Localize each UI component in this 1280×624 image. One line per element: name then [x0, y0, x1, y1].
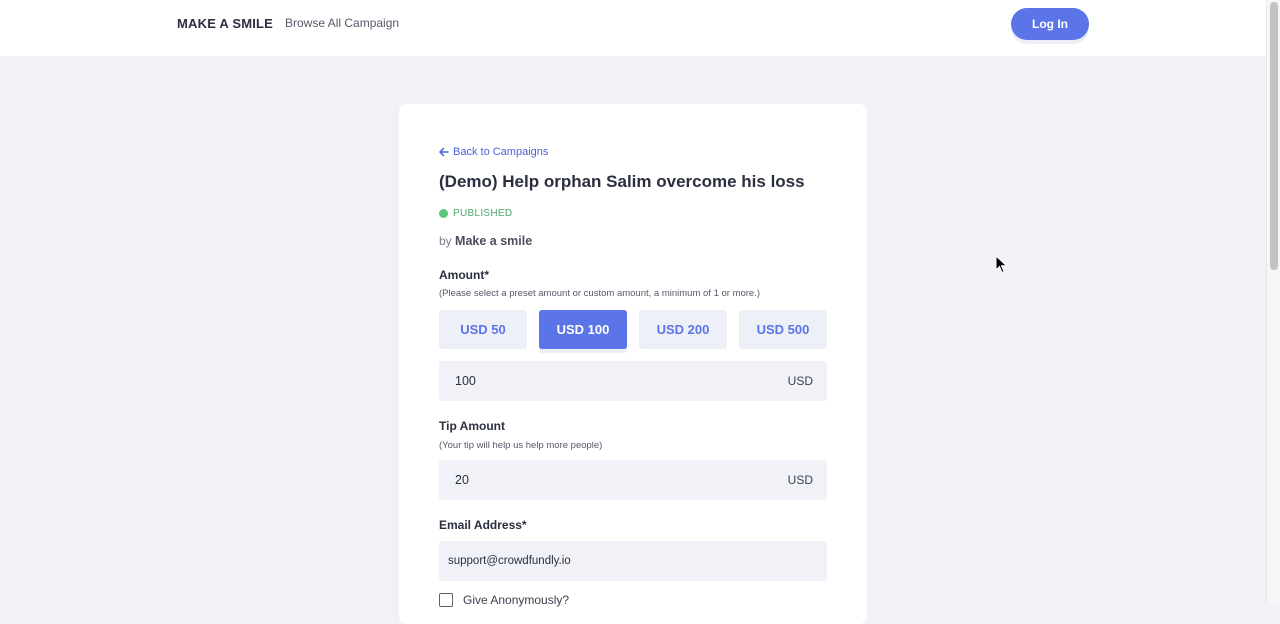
- browse-campaigns-link[interactable]: Browse All Campaign: [285, 16, 399, 30]
- login-button[interactable]: Log In: [1011, 8, 1089, 40]
- page-scrollbar[interactable]: [1266, 0, 1280, 604]
- preset-usd-500-button[interactable]: USD 500: [739, 310, 827, 349]
- preset-amount-group: USD 50 USD 100 USD 200 USD 500: [439, 310, 827, 349]
- mouse-pointer-icon: [995, 254, 1009, 280]
- donation-card: Back to Campaigns (Demo) Help orphan Sal…: [399, 104, 867, 624]
- tip-amount-input[interactable]: [439, 460, 759, 500]
- organizer-name[interactable]: Make a smile: [455, 234, 532, 248]
- status-label: PUBLISHED: [453, 208, 513, 219]
- organizer-byline: by Make a smile: [439, 234, 532, 248]
- tip-field: USD: [439, 460, 827, 500]
- amount-currency: USD: [787, 374, 813, 388]
- status-badge: PUBLISHED: [439, 208, 512, 219]
- give-anonymously-checkbox[interactable]: [439, 593, 453, 607]
- campaign-title: (Demo) Help orphan Salim overcome his lo…: [439, 172, 805, 191]
- preset-usd-200-button[interactable]: USD 200: [639, 310, 727, 349]
- back-link-label: Back to Campaigns: [453, 146, 549, 158]
- amount-hint: (Please select a preset amount or custom…: [439, 288, 761, 299]
- scrollbar-thumb[interactable]: [1270, 2, 1278, 270]
- preset-usd-100-button[interactable]: USD 100: [539, 310, 627, 349]
- tip-currency: USD: [787, 473, 813, 487]
- amount-field: USD: [439, 361, 827, 401]
- amount-input[interactable]: [439, 361, 759, 401]
- preset-usd-50-button[interactable]: USD 50: [439, 310, 527, 349]
- tip-amount-hint: (Your tip will help us help more people): [439, 440, 603, 451]
- give-anonymously-row[interactable]: Give Anonymously?: [439, 593, 569, 607]
- email-address-label: Email Address*: [439, 518, 527, 532]
- email-field: [439, 541, 827, 581]
- give-anonymously-label[interactable]: Give Anonymously?: [463, 593, 569, 607]
- brand-logo[interactable]: MAKE A SMILE: [177, 16, 273, 31]
- amount-label: Amount*: [439, 268, 489, 282]
- status-dot-icon: [439, 209, 448, 218]
- byline-prefix: by: [439, 234, 452, 248]
- tip-amount-label: Tip Amount: [439, 419, 505, 433]
- back-to-campaigns-link[interactable]: Back to Campaigns: [439, 146, 548, 158]
- top-navigation-bar: MAKE A SMILE Browse All Campaign Log In: [0, 0, 1266, 56]
- email-input[interactable]: [439, 541, 827, 581]
- arrow-left-icon: [439, 147, 449, 157]
